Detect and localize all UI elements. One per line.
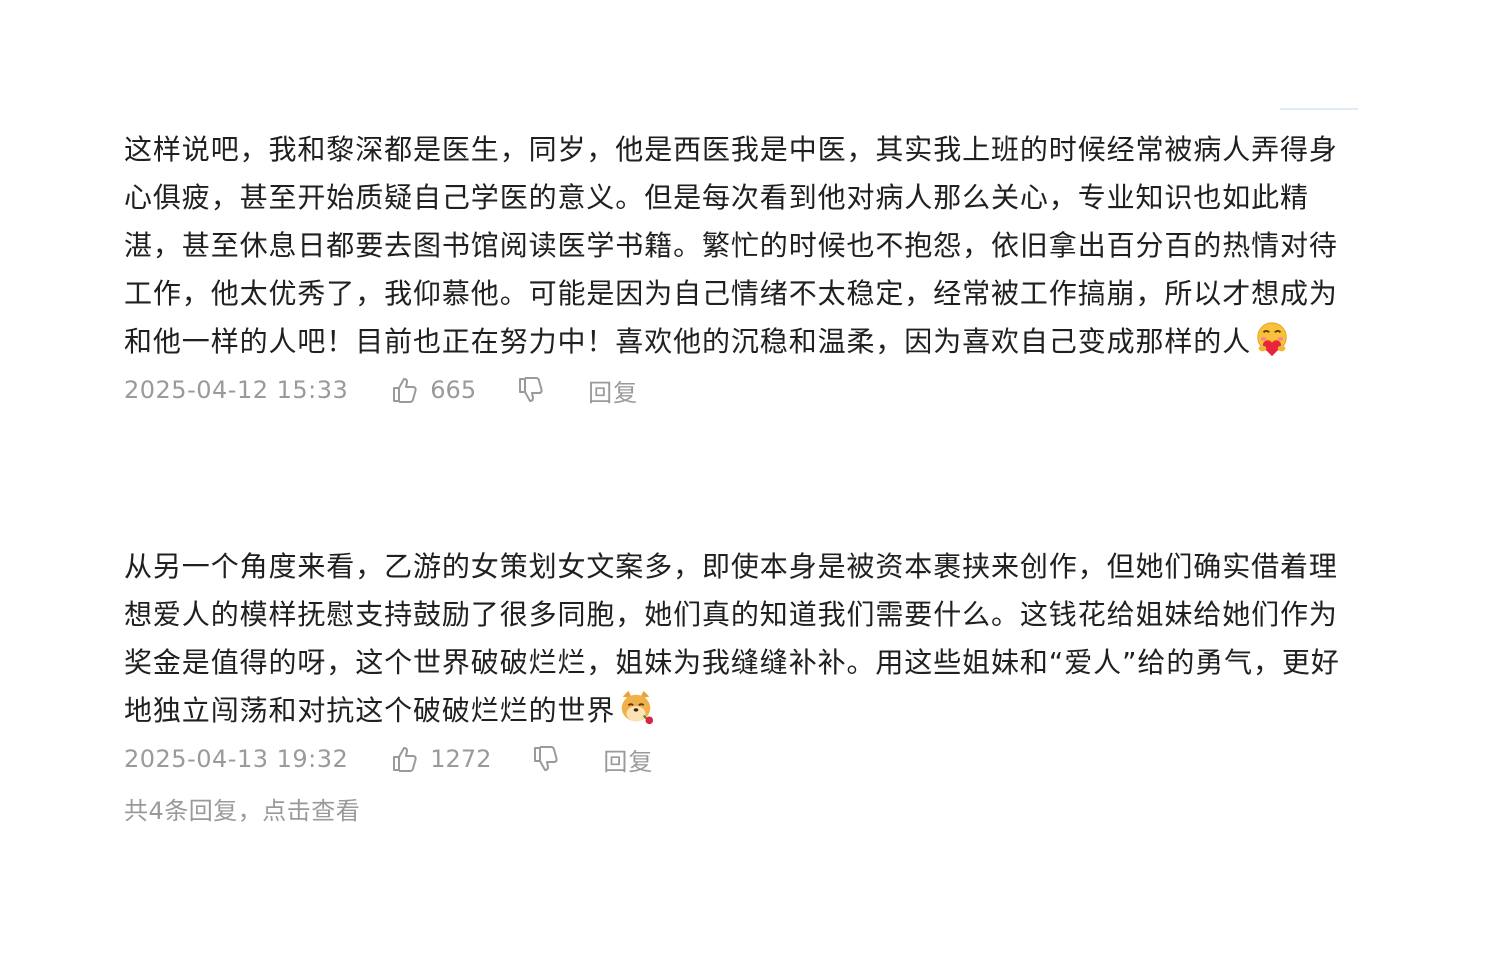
like-count: 1272 xyxy=(430,745,492,773)
comment-body: 这样说吧，我和黎深都是医生，同岁，他是西医我是中医，其实我上班的时候经常被病人弄… xyxy=(124,133,1338,358)
like-button[interactable]: 1272 xyxy=(390,744,491,774)
comment-meta: 2025-04-12 15:33 665 回复 xyxy=(124,370,1364,410)
reply-button[interactable]: 回复 xyxy=(603,742,653,777)
comment-date: 2025-04-12 15:33 xyxy=(124,376,349,404)
dislike-button[interactable] xyxy=(531,744,561,774)
like-button[interactable]: 665 xyxy=(390,375,476,405)
comment-2: 从另一个角度来看，乙游的女策划女文案多，即使本身是被资本裹挟来创作，但她们确实借… xyxy=(124,543,1364,826)
like-count: 665 xyxy=(430,376,477,404)
comment-meta: 2025-04-13 19:32 1272 回复 xyxy=(124,739,1364,779)
reply-button[interactable]: 回复 xyxy=(588,373,638,408)
comment-text: 从另一个角度来看，乙游的女策划女文案多，即使本身是被资本裹挟来创作，但她们确实借… xyxy=(124,543,1364,735)
thumbs-down-icon xyxy=(519,377,543,402)
doge-rose-emoji-icon xyxy=(622,690,654,725)
view-replies-link[interactable]: 共4条回复，点击查看 xyxy=(124,791,1364,826)
previous-content-fragment xyxy=(126,90,366,102)
divider xyxy=(1280,108,1358,110)
thumbs-up-icon xyxy=(393,747,417,772)
comment-date: 2025-04-13 19:32 xyxy=(124,745,349,773)
comment-1: 这样说吧，我和黎深都是医生，同岁，他是西医我是中医，其实我上班的时候经常被病人弄… xyxy=(124,126,1364,410)
thumbs-up-icon xyxy=(393,378,417,403)
dislike-button[interactable] xyxy=(516,375,546,405)
comment-text: 这样说吧，我和黎深都是医生，同岁，他是西医我是中医，其实我上班的时候经常被病人弄… xyxy=(124,126,1364,366)
hugging-heart-emoji-icon xyxy=(1257,322,1287,357)
thumbs-down-icon xyxy=(534,746,558,771)
comment-body: 从另一个角度来看，乙游的女策划女文案多，即使本身是被资本裹挟来创作，但她们确实借… xyxy=(124,550,1340,727)
